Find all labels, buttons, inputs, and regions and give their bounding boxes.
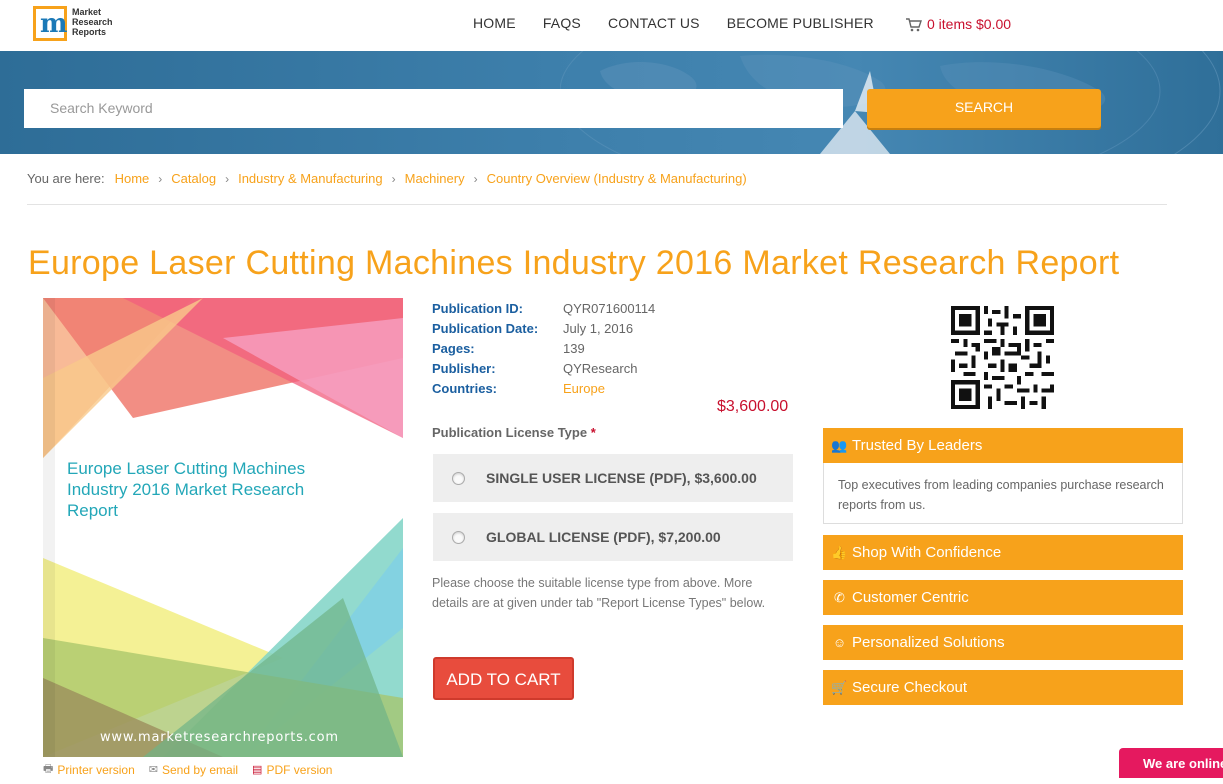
logo-line-3: Reports bbox=[72, 27, 107, 37]
license-note: Please choose the suitable license type … bbox=[432, 576, 766, 610]
detail-value: QYResearch bbox=[563, 361, 638, 376]
breadcrumb-divider bbox=[27, 204, 1167, 205]
breadcrumb-catalog[interactable]: Catalog bbox=[171, 171, 216, 186]
detail-label: Publisher: bbox=[432, 361, 496, 376]
users-icon: 👥 bbox=[831, 438, 848, 453]
license-type-label: Publication License Type * bbox=[432, 425, 596, 440]
secure-title: Secure Checkout bbox=[852, 679, 968, 696]
site-logo[interactable]: m Market Research Reports bbox=[33, 6, 113, 44]
send-by-email-link[interactable]: ✉ Send by email bbox=[149, 760, 238, 779]
license-type-text: Publication License Type bbox=[432, 425, 588, 440]
publication-details: Publication ID: QYR071600114 Publication… bbox=[432, 300, 655, 400]
add-to-cart-button[interactable]: ADD TO CART bbox=[433, 657, 574, 700]
breadcrumb-industry[interactable]: Industry & Manufacturing bbox=[238, 171, 383, 186]
chevron-right-icon: › bbox=[391, 171, 396, 186]
chevron-right-icon: › bbox=[225, 171, 230, 186]
pdf-version-label: PDF version bbox=[266, 762, 333, 777]
detail-row: Countries: Europe bbox=[432, 380, 655, 400]
nav-faqs[interactable]: FAQS bbox=[543, 15, 581, 31]
chevron-right-icon: › bbox=[473, 171, 478, 186]
printer-version-label: Printer version bbox=[57, 762, 135, 777]
nav-become-publisher[interactable]: BECOME PUBLISHER bbox=[727, 15, 874, 31]
logo-line-1: Market bbox=[72, 7, 102, 17]
trusted-by-leaders-body: Top executives from leading companies pu… bbox=[823, 463, 1183, 524]
site-header: m Market Research Reports HOME FAQS CONT… bbox=[0, 0, 1223, 51]
chat-label: We are online bbox=[1143, 755, 1223, 771]
detail-label: Pages: bbox=[432, 341, 475, 356]
shop-with-confidence-header[interactable]: 👍 Shop With Confidence bbox=[823, 535, 1183, 570]
detail-value: QYR071600114 bbox=[563, 301, 656, 316]
printer-version-link[interactable]: 🖶 Printer version bbox=[43, 760, 135, 779]
trusted-title: Trusted By Leaders bbox=[852, 437, 983, 454]
phone-icon: ✆ bbox=[834, 590, 845, 605]
live-chat-widget[interactable]: We are online bbox=[1119, 748, 1223, 778]
cover-url: www.marketresearchreports.com bbox=[100, 730, 339, 745]
pdf-version-link[interactable]: ▤ PDF version bbox=[252, 760, 332, 779]
license-option-single-user[interactable]: SINGLE USER LICENSE (PDF), $3,600.00 bbox=[433, 454, 793, 502]
license-option-label: GLOBAL LICENSE (PDF), $7,200.00 bbox=[486, 529, 721, 545]
detail-row: Publication ID: QYR071600114 bbox=[432, 300, 655, 320]
search-input[interactable]: Search Keyword bbox=[24, 89, 843, 128]
cart-text: 0 items $0.00 bbox=[927, 16, 1012, 32]
logo-mark: m bbox=[33, 6, 68, 41]
search-button[interactable]: SEARCH bbox=[867, 89, 1101, 128]
breadcrumb-machinery[interactable]: Machinery bbox=[405, 171, 465, 186]
detail-label: Publication ID: bbox=[432, 301, 523, 316]
personalized-title: Personalized Solutions bbox=[852, 634, 1005, 651]
cover-title: Europe Laser Cutting Machines Industry 2… bbox=[67, 459, 306, 520]
country-link[interactable]: Europe bbox=[563, 380, 605, 400]
logo-text: Market Research Reports bbox=[72, 7, 117, 37]
required-mark: * bbox=[590, 425, 596, 440]
secure-checkout-header[interactable]: 🛒 Secure Checkout bbox=[823, 670, 1183, 705]
main-nav: HOME FAQS CONTACT US BECOME PUBLISHER bbox=[473, 15, 901, 31]
logo-line-2: Research bbox=[72, 17, 113, 27]
smile-icon: ☺ bbox=[832, 635, 847, 650]
radio-button[interactable] bbox=[452, 471, 465, 485]
trusted-by-leaders-header: 👥 Trusted By Leaders bbox=[823, 428, 1183, 463]
thumbs-up-icon: 👍 bbox=[831, 545, 848, 560]
detail-row: Pages: 139 bbox=[432, 340, 655, 360]
cart-summary[interactable]: 0 items $0.00 bbox=[905, 16, 1011, 32]
cover-artwork bbox=[43, 298, 403, 757]
shop-title: Shop With Confidence bbox=[852, 544, 1002, 561]
nav-home[interactable]: HOME bbox=[473, 15, 516, 31]
page-title: Europe Laser Cutting Machines Industry 2… bbox=[28, 244, 1120, 282]
detail-value: July 1, 2016 bbox=[563, 321, 634, 336]
nav-contact-us[interactable]: CONTACT US bbox=[608, 15, 700, 31]
cart-icon: 🛒 bbox=[831, 680, 848, 695]
detail-value: 139 bbox=[563, 341, 585, 356]
report-cover: Europe Laser Cutting Machines Industry 2… bbox=[43, 298, 403, 757]
send-by-email-label: Send by email bbox=[161, 762, 239, 777]
breadcrumb-country-overview[interactable]: Country Overview (Industry & Manufacturi… bbox=[487, 171, 747, 186]
email-icon: ✉ bbox=[148, 764, 158, 776]
license-option-label: SINGLE USER LICENSE (PDF), $3,600.00 bbox=[486, 470, 757, 486]
detail-label: Countries: bbox=[432, 381, 497, 396]
cover-actions: 🖶 Printer version ✉ Send by email ▤ PDF … bbox=[43, 760, 332, 779]
breadcrumb-prefix: You are here: bbox=[27, 171, 105, 186]
printer-icon: 🖶 bbox=[43, 763, 54, 775]
detail-label: Publication Date: bbox=[432, 321, 539, 336]
cart-icon bbox=[906, 17, 922, 31]
report-price: $3,600.00 bbox=[717, 398, 789, 415]
qr-code-icon bbox=[951, 306, 1054, 409]
detail-row: Publisher: QYResearch bbox=[432, 360, 655, 380]
breadcrumb: You are here: Home › Catalog › Industry … bbox=[27, 171, 747, 186]
search-banner: Search Keyword SEARCH bbox=[0, 51, 1223, 154]
customer-title: Customer Centric bbox=[852, 589, 969, 606]
license-option-global[interactable]: GLOBAL LICENSE (PDF), $7,200.00 bbox=[433, 513, 793, 561]
chevron-right-icon: › bbox=[158, 171, 163, 186]
pdf-icon: ▤ bbox=[252, 764, 263, 776]
customer-centric-header[interactable]: ✆ Customer Centric bbox=[823, 580, 1183, 615]
breadcrumb-home[interactable]: Home bbox=[115, 171, 150, 186]
detail-row: Publication Date: July 1, 2016 bbox=[432, 320, 655, 340]
personalized-solutions-header[interactable]: ☺ Personalized Solutions bbox=[823, 625, 1183, 660]
radio-button[interactable] bbox=[452, 530, 465, 544]
